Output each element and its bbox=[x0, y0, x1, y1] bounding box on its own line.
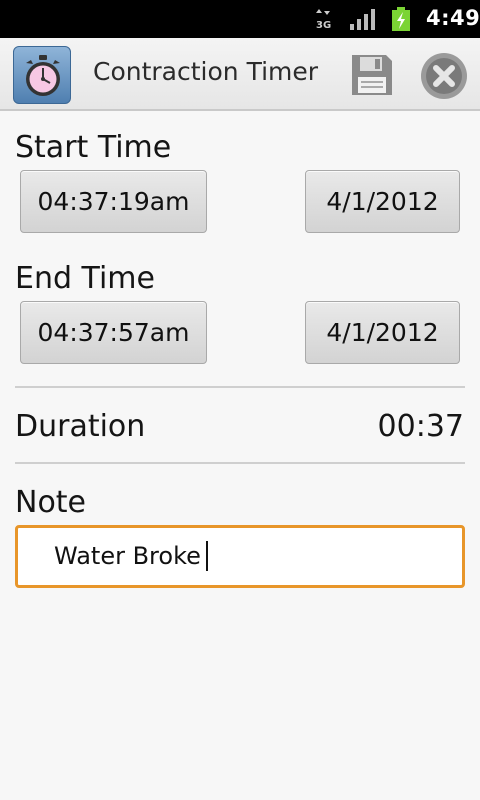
note-input[interactable] bbox=[54, 542, 434, 570]
title-bar: Contraction Timer bbox=[0, 38, 480, 111]
status-time: 4:49 bbox=[426, 6, 480, 30]
start-time-button[interactable]: 04:37:19am bbox=[20, 170, 207, 233]
status-bar: 3G 4:49 bbox=[0, 0, 480, 38]
svg-text:3G: 3G bbox=[316, 20, 331, 30]
end-date-button[interactable]: 4/1/2012 bbox=[305, 301, 460, 364]
text-cursor bbox=[206, 541, 208, 571]
note-field[interactable] bbox=[15, 525, 465, 588]
start-time-label: Start Time bbox=[15, 130, 172, 165]
note-label: Note bbox=[15, 485, 87, 520]
stopwatch-app-icon bbox=[13, 46, 71, 104]
close-icon[interactable] bbox=[419, 51, 469, 101]
duration-value: 00:37 bbox=[377, 409, 464, 444]
network-3g-icon: 3G bbox=[316, 9, 331, 30]
signal-icon bbox=[350, 9, 375, 30]
battery-charging-icon bbox=[392, 7, 410, 31]
app-title: Contraction Timer bbox=[93, 57, 319, 86]
end-time-button[interactable]: 04:37:57am bbox=[20, 301, 207, 364]
end-time-label: End Time bbox=[15, 261, 155, 296]
save-icon[interactable] bbox=[350, 53, 394, 97]
divider bbox=[15, 462, 465, 464]
duration-label: Duration bbox=[15, 409, 146, 444]
divider bbox=[15, 386, 465, 388]
start-date-button[interactable]: 4/1/2012 bbox=[305, 170, 460, 233]
